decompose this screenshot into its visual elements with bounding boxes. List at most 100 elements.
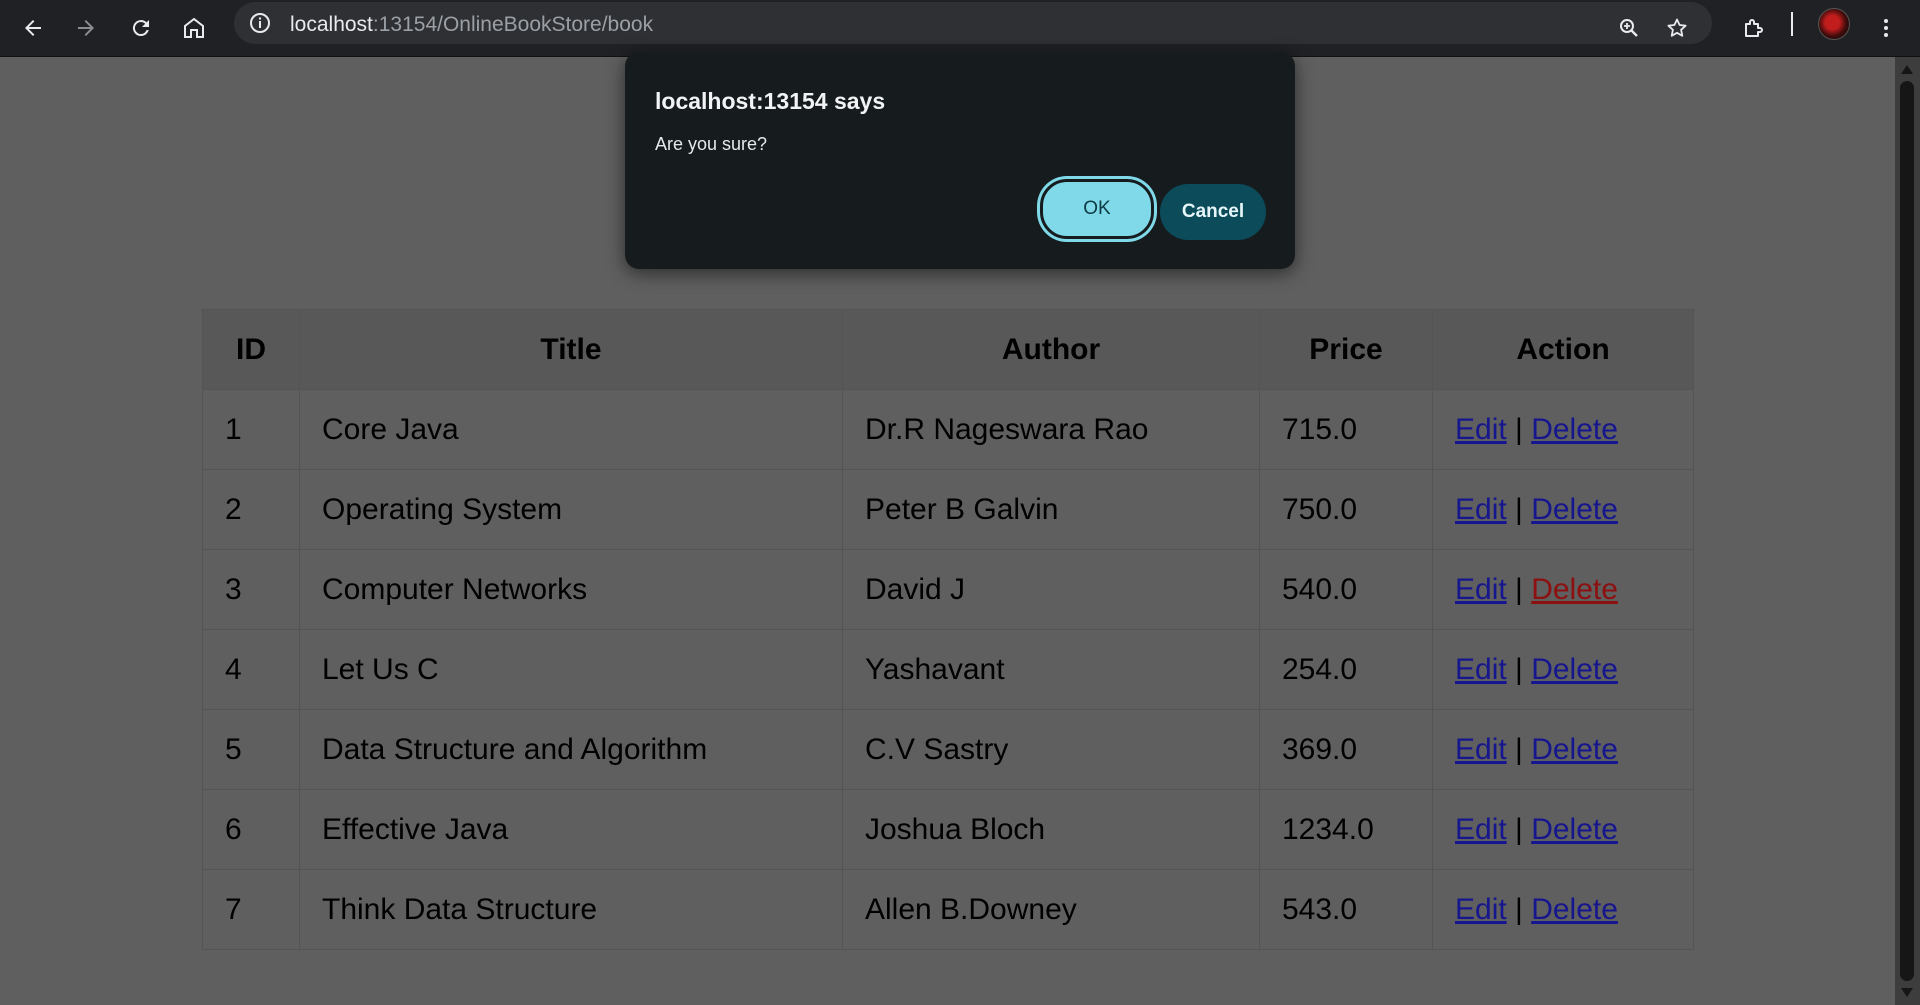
cell-action: Edit | Delete <box>1432 549 1694 630</box>
cell-author: Allen B.Downey <box>842 869 1260 950</box>
bookmark-star-icon <box>1667 18 1687 37</box>
confirm-dialog: localhost:13154 says Are you sure? OK Ca… <box>625 52 1295 269</box>
delete-link[interactable]: Delete <box>1531 653 1618 686</box>
cell-author: David J <box>842 549 1260 630</box>
cell-author: Yashavant <box>842 629 1260 710</box>
action-separator: | <box>1515 732 1523 766</box>
table-row: 6 Effective Java Joshua Bloch 1234.0 Edi… <box>202 789 1694 870</box>
edit-link[interactable]: Edit <box>1455 733 1507 766</box>
action-separator: | <box>1515 812 1523 846</box>
cell-price: 540.0 <box>1259 549 1433 630</box>
header-id: ID <box>202 309 300 390</box>
delete-link[interactable]: Delete <box>1531 573 1618 606</box>
back-button[interactable] <box>13 8 53 48</box>
action-separator: | <box>1515 652 1523 686</box>
cell-action: Edit | Delete <box>1432 469 1694 550</box>
cell-author: Peter B Galvin <box>842 469 1260 550</box>
cell-title: Think Data Structure <box>299 869 843 950</box>
action-separator: | <box>1515 572 1523 606</box>
zoom-button[interactable] <box>1609 8 1649 48</box>
cell-title: Operating System <box>299 469 843 550</box>
header-action: Action <box>1432 309 1694 390</box>
action-separator: | <box>1515 892 1523 926</box>
table-row: 7 Think Data Structure Allen B.Downey 54… <box>202 869 1694 950</box>
bookmark-button[interactable] <box>1657 8 1697 48</box>
dialog-title: localhost:13154 says <box>655 88 886 114</box>
back-arrow-icon <box>25 20 41 36</box>
url-text[interactable]: localhost:13154/OnlineBookStore/book <box>290 13 653 37</box>
table-row: 4 Let Us C Yashavant 254.0 Edit | Delete <box>202 629 1694 710</box>
delete-link[interactable]: Delete <box>1531 813 1618 846</box>
cell-price: 254.0 <box>1259 629 1433 710</box>
cell-price: 543.0 <box>1259 869 1433 950</box>
delete-link[interactable]: Delete <box>1531 893 1618 926</box>
cell-price: 369.0 <box>1259 709 1433 790</box>
table-row: 2 Operating System Peter B Galvin 750.0 … <box>202 469 1694 550</box>
dialog-message: Are you sure? <box>655 134 768 154</box>
delete-link[interactable]: Delete <box>1531 493 1618 526</box>
cell-title: Let Us C <box>299 629 843 710</box>
scroll-thumb[interactable] <box>1900 81 1914 981</box>
cell-author: Joshua Bloch <box>842 789 1260 870</box>
cell-action: Edit | Delete <box>1432 869 1694 950</box>
url-host: localhost <box>290 13 373 36</box>
home-button[interactable] <box>174 8 214 48</box>
toolbar-separator <box>1791 12 1793 36</box>
address-bar[interactable]: localhost:13154/OnlineBookStore/book <box>234 2 1712 44</box>
menu-dots-icon <box>1884 19 1888 37</box>
edit-link[interactable]: Edit <box>1455 813 1507 846</box>
edit-link[interactable]: Edit <box>1455 413 1507 446</box>
cell-action: Edit | Delete <box>1432 629 1694 710</box>
edit-link[interactable]: Edit <box>1455 493 1507 526</box>
edit-link[interactable]: Edit <box>1455 653 1507 686</box>
edit-link[interactable]: Edit <box>1455 573 1507 606</box>
delete-link[interactable]: Delete <box>1531 733 1618 766</box>
cell-id: 7 <box>202 869 300 950</box>
cell-id: 4 <box>202 629 300 710</box>
cell-title: Effective Java <box>299 789 843 870</box>
extensions-button[interactable] <box>1733 8 1773 48</box>
books-table: ID Title Author Price Action 1 Core Java… <box>202 309 1694 950</box>
forward-button[interactable] <box>66 8 106 48</box>
delete-link[interactable]: Delete <box>1531 413 1618 446</box>
action-separator: | <box>1515 492 1523 526</box>
cell-id: 2 <box>202 469 300 550</box>
cell-action: Edit | Delete <box>1432 709 1694 790</box>
site-info-icon[interactable] <box>248 11 272 35</box>
cell-id: 3 <box>202 549 300 630</box>
reload-button[interactable] <box>121 8 161 48</box>
edit-link[interactable]: Edit <box>1455 893 1507 926</box>
browser-toolbar: localhost:13154/OnlineBookStore/book <box>0 0 1920 57</box>
cell-author: C.V Sastry <box>842 709 1260 790</box>
scroll-down-arrow-icon[interactable] <box>1901 988 1913 997</box>
table-row: 1 Core Java Dr.R Nageswara Rao 715.0 Edi… <box>202 389 1694 470</box>
forward-arrow-icon <box>78 20 94 36</box>
cell-id: 6 <box>202 789 300 870</box>
cell-title: Data Structure and Algorithm <box>299 709 843 790</box>
cell-price: 715.0 <box>1259 389 1433 470</box>
profile-avatar[interactable] <box>1818 8 1850 40</box>
extensions-icon <box>1745 19 1763 37</box>
table-header-row: ID Title Author Price Action <box>202 309 1694 390</box>
ok-button[interactable]: OK <box>1040 179 1154 239</box>
cell-author: Dr.R Nageswara Rao <box>842 389 1260 470</box>
cancel-button[interactable]: Cancel <box>1160 184 1266 240</box>
header-title: Title <box>299 309 843 390</box>
page-scrollbar[interactable] <box>1895 57 1920 1005</box>
cell-price: 1234.0 <box>1259 789 1433 870</box>
cell-action: Edit | Delete <box>1432 389 1694 470</box>
scroll-up-arrow-icon[interactable] <box>1901 65 1913 74</box>
table-row: 3 Computer Networks David J 540.0 Edit |… <box>202 549 1694 630</box>
cell-action: Edit | Delete <box>1432 789 1694 870</box>
table-row: 5 Data Structure and Algorithm C.V Sastr… <box>202 709 1694 790</box>
cell-price: 750.0 <box>1259 469 1433 550</box>
home-icon <box>184 17 204 38</box>
cell-id: 1 <box>202 389 300 470</box>
cell-title: Core Java <box>299 389 843 470</box>
url-path: :13154/OnlineBookStore/book <box>372 13 654 36</box>
cell-title: Computer Networks <box>299 549 843 630</box>
cell-id: 5 <box>202 709 300 790</box>
menu-button[interactable] <box>1866 8 1906 48</box>
zoom-icon <box>1620 19 1638 37</box>
reload-icon <box>132 20 149 37</box>
